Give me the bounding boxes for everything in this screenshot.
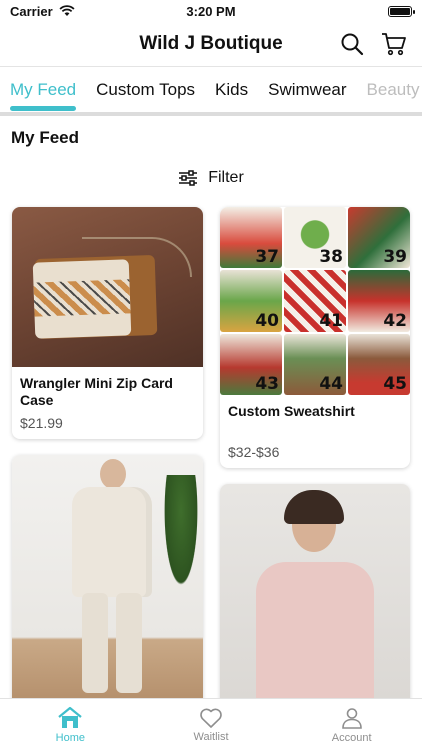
- product-image: [12, 455, 203, 715]
- tab-beauty[interactable]: Beauty: [357, 67, 422, 112]
- section-title: My Feed: [11, 128, 80, 147]
- product-image: [12, 207, 203, 367]
- tabs-divider: [0, 112, 422, 116]
- product-image: 37 38 39 40 41 42 43 44 45: [220, 207, 410, 395]
- home-icon: [58, 706, 83, 728]
- nav-home[interactable]: Home: [0, 699, 141, 750]
- design-tile: 42: [348, 270, 410, 332]
- design-tile: 43: [220, 333, 282, 395]
- design-tile: 45: [348, 333, 410, 395]
- category-tabs: My Feed Custom Tops Kids Swimwear Beauty: [0, 66, 422, 112]
- product-price: $32-$36: [228, 444, 280, 460]
- cart-button[interactable]: [380, 30, 408, 58]
- bottom-nav: Home Waitlist Account: [0, 698, 422, 750]
- product-name: Custom Sweatshirt: [228, 403, 355, 419]
- design-tile: 40: [220, 270, 282, 332]
- tab-my-feed[interactable]: My Feed: [0, 67, 86, 112]
- product-card-wrangler[interactable]: Wrangler Mini Zip Card Case $21.99: [12, 207, 203, 439]
- nav-account[interactable]: Account: [281, 699, 422, 750]
- product-image: [220, 484, 410, 715]
- battery-icon: [388, 5, 415, 17]
- status-time: 3:20 PM: [186, 3, 236, 19]
- tab-swimwear[interactable]: Swimwear: [258, 67, 356, 112]
- nav-waitlist-label: Waitlist: [193, 730, 229, 743]
- design-tile: 38: [284, 207, 346, 269]
- design-tile: 37: [220, 207, 282, 269]
- nav-waitlist[interactable]: Waitlist: [141, 699, 282, 750]
- cart-icon: [382, 33, 406, 56]
- nav-account-label: Account: [331, 731, 372, 744]
- product-card-custom-sweatshirt[interactable]: 37 38 39 40 41 42 43 44 45 Custom Sweats…: [220, 207, 410, 468]
- status-bar: Carrier 3:20 PM: [0, 0, 422, 22]
- nav-home-label: Home: [55, 731, 85, 744]
- design-tile: 44: [284, 333, 346, 395]
- product-price: $21.99: [20, 415, 63, 431]
- product-name: Wrangler Mini Zip Card Case: [20, 375, 173, 408]
- search-icon: [341, 33, 364, 56]
- heart-icon: [200, 708, 222, 728]
- filter-button[interactable]: Filter: [0, 166, 422, 190]
- filter-sliders-icon: [179, 170, 198, 186]
- filter-label: Filter: [208, 169, 244, 186]
- account-icon: [341, 707, 362, 729]
- design-tile: 39: [348, 207, 410, 269]
- product-card-lounge-set[interactable]: [12, 455, 203, 715]
- search-button[interactable]: [338, 30, 366, 58]
- tab-kids[interactable]: Kids: [205, 67, 258, 112]
- app-header: Wild J Boutique: [0, 22, 422, 66]
- design-tile: 41: [284, 270, 346, 332]
- wifi-icon: [59, 5, 75, 16]
- tab-custom-tops[interactable]: Custom Tops: [86, 67, 205, 112]
- app-title: Wild J Boutique: [139, 33, 283, 54]
- carrier-label: Carrier: [10, 3, 53, 19]
- product-card-pink-sweater[interactable]: [220, 484, 410, 715]
